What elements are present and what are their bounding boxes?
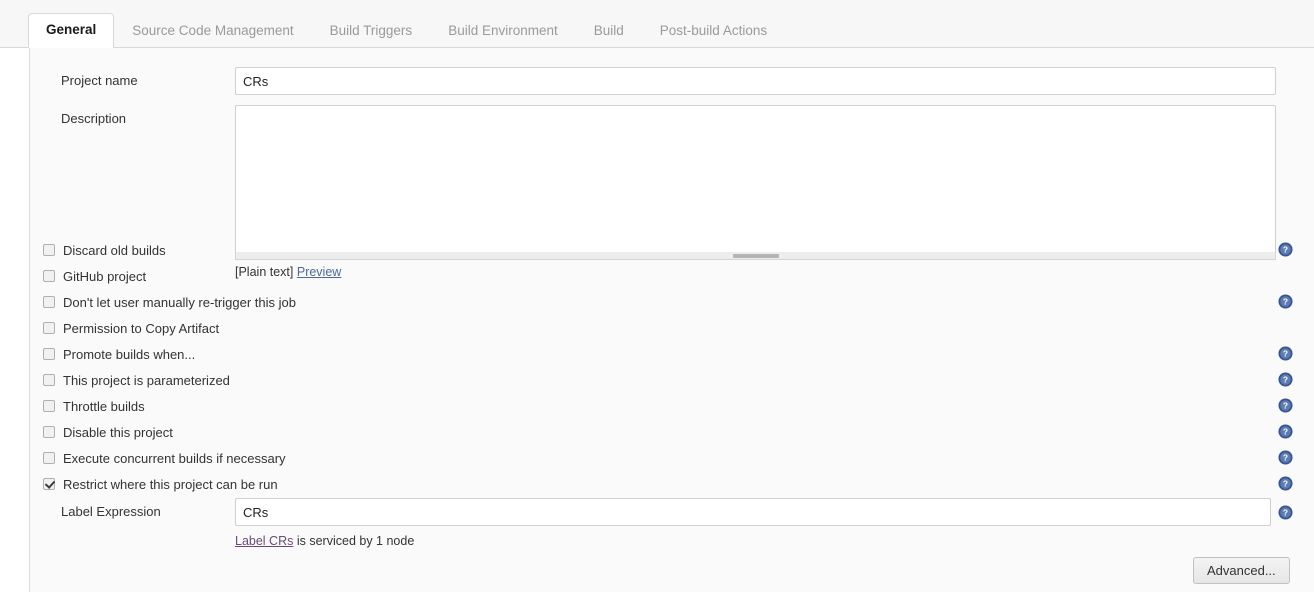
help-icon-disable-this-project[interactable]: ? [1278,424,1293,439]
checkbox-row-promote-builds-when[interactable]: Promote builds when... [43,346,195,362]
project-name-input[interactable] [235,67,1276,95]
tab-source-code-management-label: Source Code Management [132,23,294,38]
project-name-label: Project name [61,73,138,88]
checkbox-row-github-project[interactable]: GitHub project [43,268,146,284]
checkbox-discard-old-builds[interactable] [43,244,55,256]
general-config-panel: Project name Description [Plain text] Pr… [29,48,1314,592]
checkbox-row-throttle-builds[interactable]: Throttle builds [43,398,145,414]
checkbox-permission-to-copy-artifact[interactable] [43,322,55,334]
preview-link[interactable]: Preview [297,265,341,279]
help-icon-restrict-where-project-can-be-run[interactable]: ? [1278,476,1293,491]
tab-build-environment[interactable]: Build Environment [430,14,576,48]
svg-text:?: ? [1283,453,1288,463]
checkbox-row-restrict-where-project-can-be-run[interactable]: Restrict where this project can be run [43,476,278,492]
checkbox-execute-concurrent-builds[interactable] [43,452,55,464]
help-icon-discard-old-builds[interactable]: ? [1278,242,1293,257]
tab-post-build-actions[interactable]: Post-build Actions [642,14,785,48]
svg-text:?: ? [1283,245,1288,255]
help-icon-no-manual-retrigger[interactable]: ? [1278,294,1293,309]
help-icon-promote-builds-when[interactable]: ? [1278,346,1293,361]
checkbox-promote-builds-when[interactable] [43,348,55,360]
tab-build-triggers-label: Build Triggers [329,23,413,38]
label-node-text: is serviced by 1 node [293,534,415,548]
checkbox-this-project-is-parameterized[interactable] [43,374,55,386]
description-markup-row: [Plain text] Preview [235,265,341,279]
checkbox-row-this-project-is-parameterized[interactable]: This project is parameterized [43,372,230,388]
help-icon-label-expression[interactable]: ? [1278,505,1293,520]
label-node-info: Label CRs is serviced by 1 node [235,534,414,548]
checkbox-row-no-manual-retrigger[interactable]: Don't let user manually re-trigger this … [43,294,296,310]
checkbox-row-execute-concurrent-builds[interactable]: Execute concurrent builds if necessary [43,450,286,466]
resize-grip [732,253,779,258]
plain-text-note: [Plain text] [235,265,294,279]
checkbox-github-project[interactable] [43,270,55,282]
description-textarea[interactable] [235,105,1276,255]
checkbox-label-promote-builds-when[interactable]: Promote builds when... [63,347,195,362]
description-label: Description [61,111,127,126]
help-icon-this-project-is-parameterized[interactable]: ? [1278,372,1293,387]
checkbox-label-no-manual-retrigger[interactable]: Don't let user manually re-trigger this … [63,295,296,310]
checkbox-label-permission-to-copy-artifact[interactable]: Permission to Copy Artifact [63,321,219,336]
help-icon-throttle-builds[interactable]: ? [1278,398,1293,413]
tab-build-label: Build [593,23,624,38]
checkbox-label-execute-concurrent-builds[interactable]: Execute concurrent builds if necessary [63,451,286,466]
tab-source-code-management[interactable]: Source Code Management [114,14,311,48]
svg-text:?: ? [1283,508,1288,518]
checkbox-no-manual-retrigger[interactable] [43,296,55,308]
label-node-link[interactable]: Label CRs [235,534,293,548]
svg-text:?: ? [1283,427,1288,437]
checkbox-row-permission-to-copy-artifact[interactable]: Permission to Copy Artifact [43,320,219,336]
checkbox-row-disable-this-project[interactable]: Disable this project [43,424,173,440]
svg-text:?: ? [1283,479,1288,489]
label-expression-label: Label Expression [61,504,161,519]
checkbox-restrict-where-project-can-be-run[interactable] [43,478,55,490]
description-resize-handle[interactable] [235,252,1276,260]
checkbox-disable-this-project[interactable] [43,426,55,438]
tab-build-triggers[interactable]: Build Triggers [312,14,431,48]
svg-text:?: ? [1283,401,1288,411]
tab-post-build-actions-label: Post-build Actions [659,23,768,38]
checkbox-label-disable-this-project[interactable]: Disable this project [63,425,173,440]
svg-text:?: ? [1283,297,1288,307]
checkbox-label-this-project-is-parameterized[interactable]: This project is parameterized [63,373,230,388]
checkbox-row-discard-old-builds[interactable]: Discard old builds [43,242,166,258]
svg-text:?: ? [1283,375,1288,385]
config-tab-bar: General Source Code Management Build Tri… [0,0,1314,48]
tab-general-label: General [46,22,97,37]
tab-general[interactable]: General [28,13,115,48]
svg-text:?: ? [1283,349,1288,359]
tab-build[interactable]: Build [576,14,642,48]
label-expression-input[interactable] [235,498,1271,526]
checkbox-label-discard-old-builds[interactable]: Discard old builds [63,243,166,258]
checkbox-throttle-builds[interactable] [43,400,55,412]
checkbox-label-github-project[interactable]: GitHub project [63,269,146,284]
help-icon-execute-concurrent-builds[interactable]: ? [1278,450,1293,465]
checkbox-label-restrict-where-project-can-be-run[interactable]: Restrict where this project can be run [63,477,278,492]
tab-build-environment-label: Build Environment [448,23,558,38]
checkbox-label-throttle-builds[interactable]: Throttle builds [63,399,145,414]
advanced-button[interactable]: Advanced... [1193,557,1290,584]
